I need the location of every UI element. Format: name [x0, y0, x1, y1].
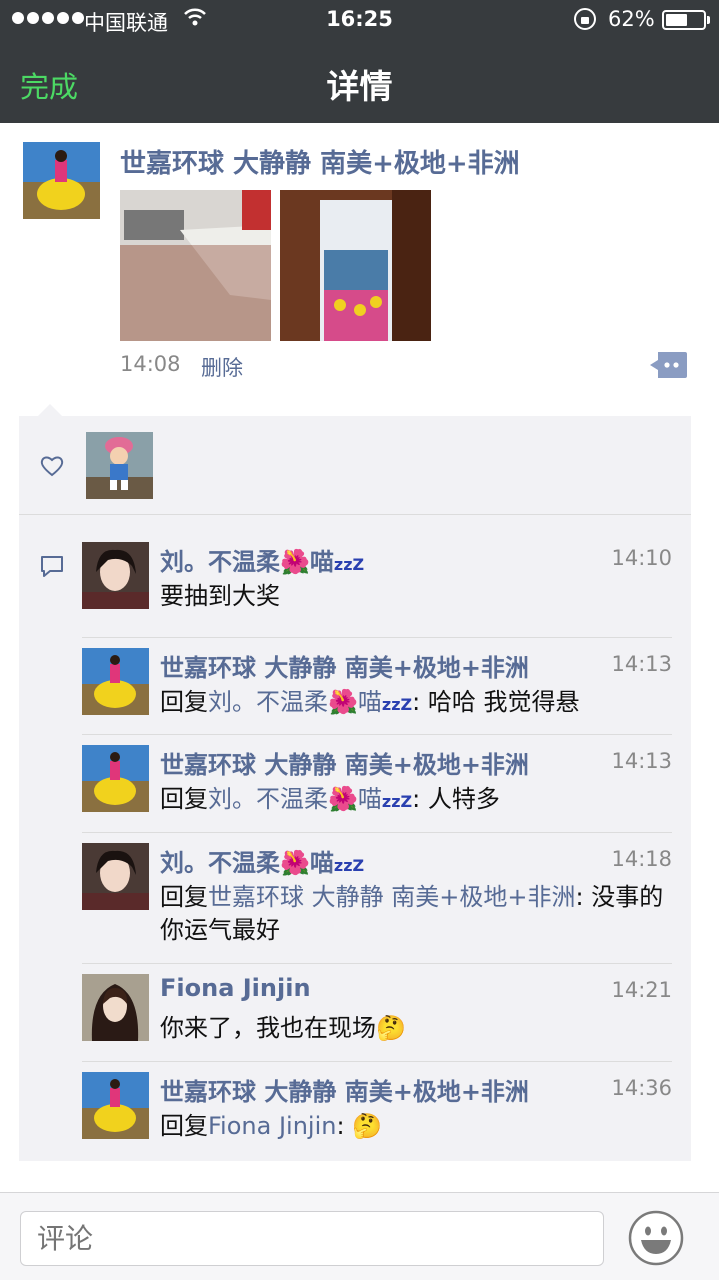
commenter-name[interactable]: 世嘉环球 大静静 南美+极地+非洲: [160, 1072, 529, 1107]
comment-time: 14:10: [611, 546, 672, 570]
commenter-avatar[interactable]: [82, 1072, 149, 1139]
commenter-name[interactable]: 世嘉环球 大静静 南美+极地+非洲: [160, 648, 529, 683]
comment-text: 回复Fiona Jinjin: 🤔: [160, 1112, 383, 1140]
commenter-name[interactable]: 刘。不温柔🌺喵zzZ: [160, 843, 364, 878]
comment-item[interactable]: 世嘉环球 大静静 南美+极地+非洲 14:13 回复刘。不温柔🌺喵zzZ: 人特…: [82, 745, 672, 845]
comment-time: 14:13: [611, 749, 672, 773]
more-actions-icon[interactable]: [650, 350, 688, 380]
comment-item[interactable]: 刘。不温柔🌺喵zzZ 14:18 回复世嘉环球 大静静 南美+极地+非洲: 没事…: [82, 843, 672, 973]
comment-time: 14:13: [611, 652, 672, 676]
likes-row: [19, 416, 691, 515]
reply-target-name[interactable]: 刘。不温柔🌺喵zzZ: [208, 785, 412, 813]
comment-time: 14:36: [611, 1076, 672, 1100]
commenter-avatar[interactable]: [82, 843, 149, 910]
commenter-avatar[interactable]: [82, 542, 149, 609]
commenter-name[interactable]: Fiona Jinjin: [160, 974, 311, 1002]
post-photo[interactable]: [280, 190, 431, 341]
battery-icon: [662, 10, 706, 30]
comment-text: 要抽到大奖: [160, 582, 280, 610]
comment-text: 回复刘。不温柔🌺喵zzZ: 哈哈 我觉得悬: [160, 688, 580, 716]
divider: [82, 637, 672, 638]
comment-text: 回复刘。不温柔🌺喵zzZ: 人特多: [160, 785, 500, 813]
page-title: 详情: [326, 67, 393, 106]
comment-input-bar: [0, 1192, 719, 1280]
comment-item[interactable]: 世嘉环球 大静静 南美+极地+非洲 14:13 回复刘。不温柔🌺喵zzZ: 哈哈…: [82, 648, 672, 748]
comments-panel: 刘。不温柔🌺喵zzZ 14:10 要抽到大奖 世嘉环球 大静静 南美+极地+非洲…: [19, 416, 691, 1161]
navigation-bar: 中国联通 16:25 62% 完成 详情: [0, 0, 719, 123]
status-bar: 中国联通 16:25 62%: [0, 0, 719, 40]
commenter-name[interactable]: 世嘉环球 大静静 南美+极地+非洲: [160, 745, 529, 780]
reply-target-name[interactable]: Fiona Jinjin: [208, 1112, 336, 1140]
divider: [82, 1061, 672, 1062]
battery-percentage: 62%: [608, 7, 655, 31]
comment-item[interactable]: 刘。不温柔🌺喵zzZ 14:10 要抽到大奖: [82, 542, 672, 642]
commenter-avatar[interactable]: [82, 648, 149, 715]
comment-icon: [39, 554, 65, 578]
post-timestamp: 14:08: [120, 352, 181, 376]
reply-target-name[interactable]: 刘。不温柔🌺喵zzZ: [208, 688, 412, 716]
commenter-avatar[interactable]: [82, 974, 149, 1041]
reply-target-name[interactable]: 世嘉环球 大静静 南美+极地+非洲: [208, 883, 575, 911]
author-name[interactable]: 世嘉环球 大静静 南美+极地+非洲: [120, 143, 520, 180]
emoji-icon[interactable]: [628, 1210, 684, 1266]
commenter-name[interactable]: 刘。不温柔🌺喵zzZ: [160, 542, 364, 577]
panel-pointer: [38, 404, 62, 416]
delete-button[interactable]: 删除: [201, 352, 243, 382]
divider: [82, 963, 672, 964]
comment-time: 14:18: [611, 847, 672, 871]
liker-avatar[interactable]: [86, 432, 153, 499]
comment-time: 14:21: [611, 978, 672, 1002]
heart-icon: [39, 454, 65, 478]
rotation-lock-icon: [574, 8, 596, 30]
comment-text: 你来了，我也在现场🤔: [160, 1014, 406, 1042]
comment-item[interactable]: Fiona Jinjin 14:21 你来了，我也在现场🤔: [82, 974, 672, 1074]
comment-input[interactable]: [20, 1211, 604, 1266]
divider: [82, 734, 672, 735]
comment-text: 回复世嘉环球 大静静 南美+极地+非洲: 没事的 你运气最好: [160, 883, 664, 944]
divider: [82, 832, 672, 833]
commenter-avatar[interactable]: [82, 745, 149, 812]
author-avatar[interactable]: [23, 142, 100, 219]
post-photo[interactable]: [120, 190, 271, 341]
comment-item[interactable]: 世嘉环球 大静静 南美+极地+非洲 14:36 回复Fiona Jinjin: …: [82, 1072, 672, 1152]
